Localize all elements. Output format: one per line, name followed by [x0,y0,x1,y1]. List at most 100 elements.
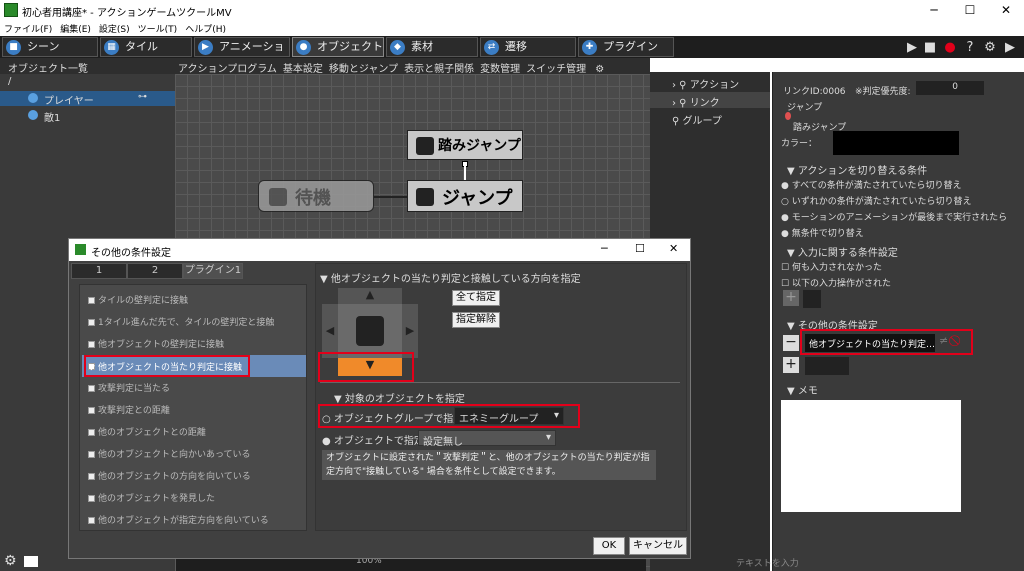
window-title: 初心者用講座* - アクションゲームツクールMV [22,8,232,19]
tab-scene[interactable]: ■ シーン [2,37,98,57]
tab-basic-settings[interactable]: 基本設定 [280,58,326,75]
character-icon [416,137,434,155]
cond-attack-distance[interactable]: 攻撃判定との距離 [88,403,170,416]
color-label: カラー： [781,139,818,149]
remove-condition-button[interactable]: − [783,335,799,351]
list-item-action[interactable]: › ⚲ アクション [650,74,770,91]
condition-settings-panel: ▼ 他オブジェクトの当たり判定と接触している方向を指定 ▲ ◀ ▶ ▼ 全て指定… [315,263,687,531]
run-icon[interactable]: ▶ [1002,40,1018,56]
radio-object[interactable]: ● オブジェクトで指定 [322,432,424,447]
tree-item-enemy1[interactable]: 敵1 [0,108,175,124]
menu-edit[interactable]: 編集(E) [56,20,95,35]
stop-icon[interactable]: ■ [922,40,938,56]
cond-object-distance[interactable]: 他のオブジェクトとの距離 [88,425,206,438]
dialog-maximize-button[interactable]: ☐ [635,242,645,255]
link-pin-icon [785,112,791,120]
list-item-group[interactable]: ⚲ グループ [650,110,770,127]
tree-item-player[interactable]: プレイヤー ⊶ [0,91,175,107]
window-icon[interactable] [24,556,38,567]
cond-tile-wall[interactable]: タイルの壁判定に接触 [88,293,188,306]
minimize-button[interactable]: ─ [916,0,952,20]
direction-left[interactable]: ◀ [322,304,338,358]
app-icon [75,244,86,255]
title-bar: 初心者用講座* - アクションゲームツクールMV ─ ☐ ✕ [0,0,1024,20]
direction-up[interactable]: ▲ [338,288,402,304]
tab-switches[interactable]: スイッチ管理 [523,58,589,75]
priority-stepper[interactable]: 0 [916,81,984,95]
dialog-tab-2[interactable]: 2 [127,263,183,279]
menu-help[interactable]: ヘルプ(H) [181,20,230,35]
close-button[interactable]: ✕ [988,0,1024,20]
cond-object-direction[interactable]: 他のオブジェクトが指定方向を向いている [88,513,269,526]
priority-label: ※判定優先度: [855,87,911,97]
tab-display-parent[interactable]: 表示と親子関係 [401,58,477,75]
tab-transition[interactable]: ⇄ 遷移 [480,37,576,57]
memo-textarea[interactable] [781,400,961,512]
cond-object-wall[interactable]: 他オブジェクトの壁判定に接触 [88,337,224,350]
from-action-label: ジャンプ [787,103,823,113]
object-dropdown[interactable]: 設定無し ▾ [418,430,556,448]
node-stomp-jump[interactable]: 踏みジャンプ [407,130,523,160]
tab-move-jump[interactable]: 移動とジャンプ [326,58,401,75]
add-condition-button[interactable]: + [783,357,799,373]
menu-file[interactable]: ファイル(F) [0,20,56,35]
tab-variables[interactable]: 変数管理 [477,58,523,75]
tree-root[interactable]: / [8,76,11,87]
radio-unconditional[interactable]: ● 無条件で切り替え [781,226,864,239]
radio-animation-end[interactable]: ● モーションのアニメーションが最後まで実行されたら [781,210,1007,223]
checkbox-input-operation[interactable]: ☐ 以下の入力操作がされた [781,276,891,289]
switch-condition-header: ▼ アクションを切り替える条件 [787,166,928,177]
checkbox-no-input[interactable]: ☐ 何も入力されなかった [781,260,882,273]
color-swatch[interactable] [833,131,959,155]
menu-tools[interactable]: ツール(T) [134,20,182,35]
tab-material[interactable]: ◆ 素材 [386,37,478,57]
link-properties-panel: リンクID:0006 ※判定優先度: 0 ジャンプ 踏みジャンプ カラー： ▼ … [772,72,1024,571]
cond-facing-each-other[interactable]: 他のオブジェクトと向かいあっている [88,447,251,460]
plugin-icon: ✚ [582,40,597,55]
node-jump[interactable]: ジャンプ [407,180,523,212]
help-icon[interactable]: ? [962,40,978,56]
dialog-tab-1[interactable]: 1 [71,263,127,279]
dialog-tab-plugin1[interactable]: プラグイン1 [183,263,243,279]
highlight-direction [318,352,414,382]
other-condition-dialog: その他の条件設定 ─ ☐ ✕ 1 2 プラグイン1 タイルの壁判定に接触 1タイ… [68,238,691,559]
add-input-button[interactable]: + [783,290,799,306]
tab-object[interactable]: ● オブジェクト [292,37,384,57]
object-icon [28,93,38,103]
gear-icon[interactable]: ⚙ [982,40,998,56]
tab-action-program[interactable]: アクションプログラム [175,58,280,75]
radio-all-conditions[interactable]: ● すべての条件が満たされていたら切り替え [781,178,961,191]
cond-attack-hit[interactable]: 攻撃判定に当たる [88,381,170,394]
record-icon[interactable]: ● [942,40,958,56]
animation-icon: ▶ [198,40,213,55]
maximize-button[interactable]: ☐ [952,0,988,20]
highlight-group [318,404,580,428]
tab-plugin[interactable]: ✚ プラグイン [578,37,674,57]
chevron-down-icon: ▾ [545,432,551,443]
memo-header: ▼ メモ [787,386,818,397]
ok-button[interactable]: OK [593,537,625,555]
dialog-title: その他の条件設定 [91,248,171,259]
cond-tile-wall-ahead[interactable]: 1タイル進んだ先で、タイルの壁判定と接触 [88,315,274,328]
cond-found-object[interactable]: 他のオブジェクトを発見した [88,491,215,504]
cond-facing-object[interactable]: 他のオブジェクトの方向を向いている [88,469,251,482]
gear-icon[interactable]: ⚙ [4,553,17,569]
node-idle[interactable]: 待機 [258,180,374,212]
direction-right[interactable]: ▶ [402,304,418,358]
list-item-link[interactable]: › ⚲ リンク [650,92,770,109]
input-slot[interactable] [803,290,821,308]
radio-any-condition[interactable]: ○ いずれかの条件が満たされていたら切り替え [781,194,971,207]
dialog-close-button[interactable]: ✕ [669,242,678,255]
object-icon [28,110,38,120]
condition-slot[interactable] [805,357,849,375]
clear-selection-button[interactable]: 指定解除 [452,312,500,328]
main-tab-bar: ■シーン ▦タイル ▶アニメーション ●オブジェクト ◆素材 ⇄遷移 ✚プラグイ… [0,36,1024,71]
menu-settings[interactable]: 設定(S) [95,20,134,35]
dialog-minimize-button[interactable]: ─ [601,242,608,255]
select-all-button[interactable]: 全て指定 [452,290,500,306]
play-icon[interactable]: ▶ [904,40,920,56]
target-header: ▼ 対象のオブジェクトを指定 [334,394,465,405]
tab-tile[interactable]: ▦ タイル [100,37,192,57]
tab-animation[interactable]: ▶アニメーション [194,37,290,71]
cancel-button[interactable]: キャンセル [629,537,687,555]
